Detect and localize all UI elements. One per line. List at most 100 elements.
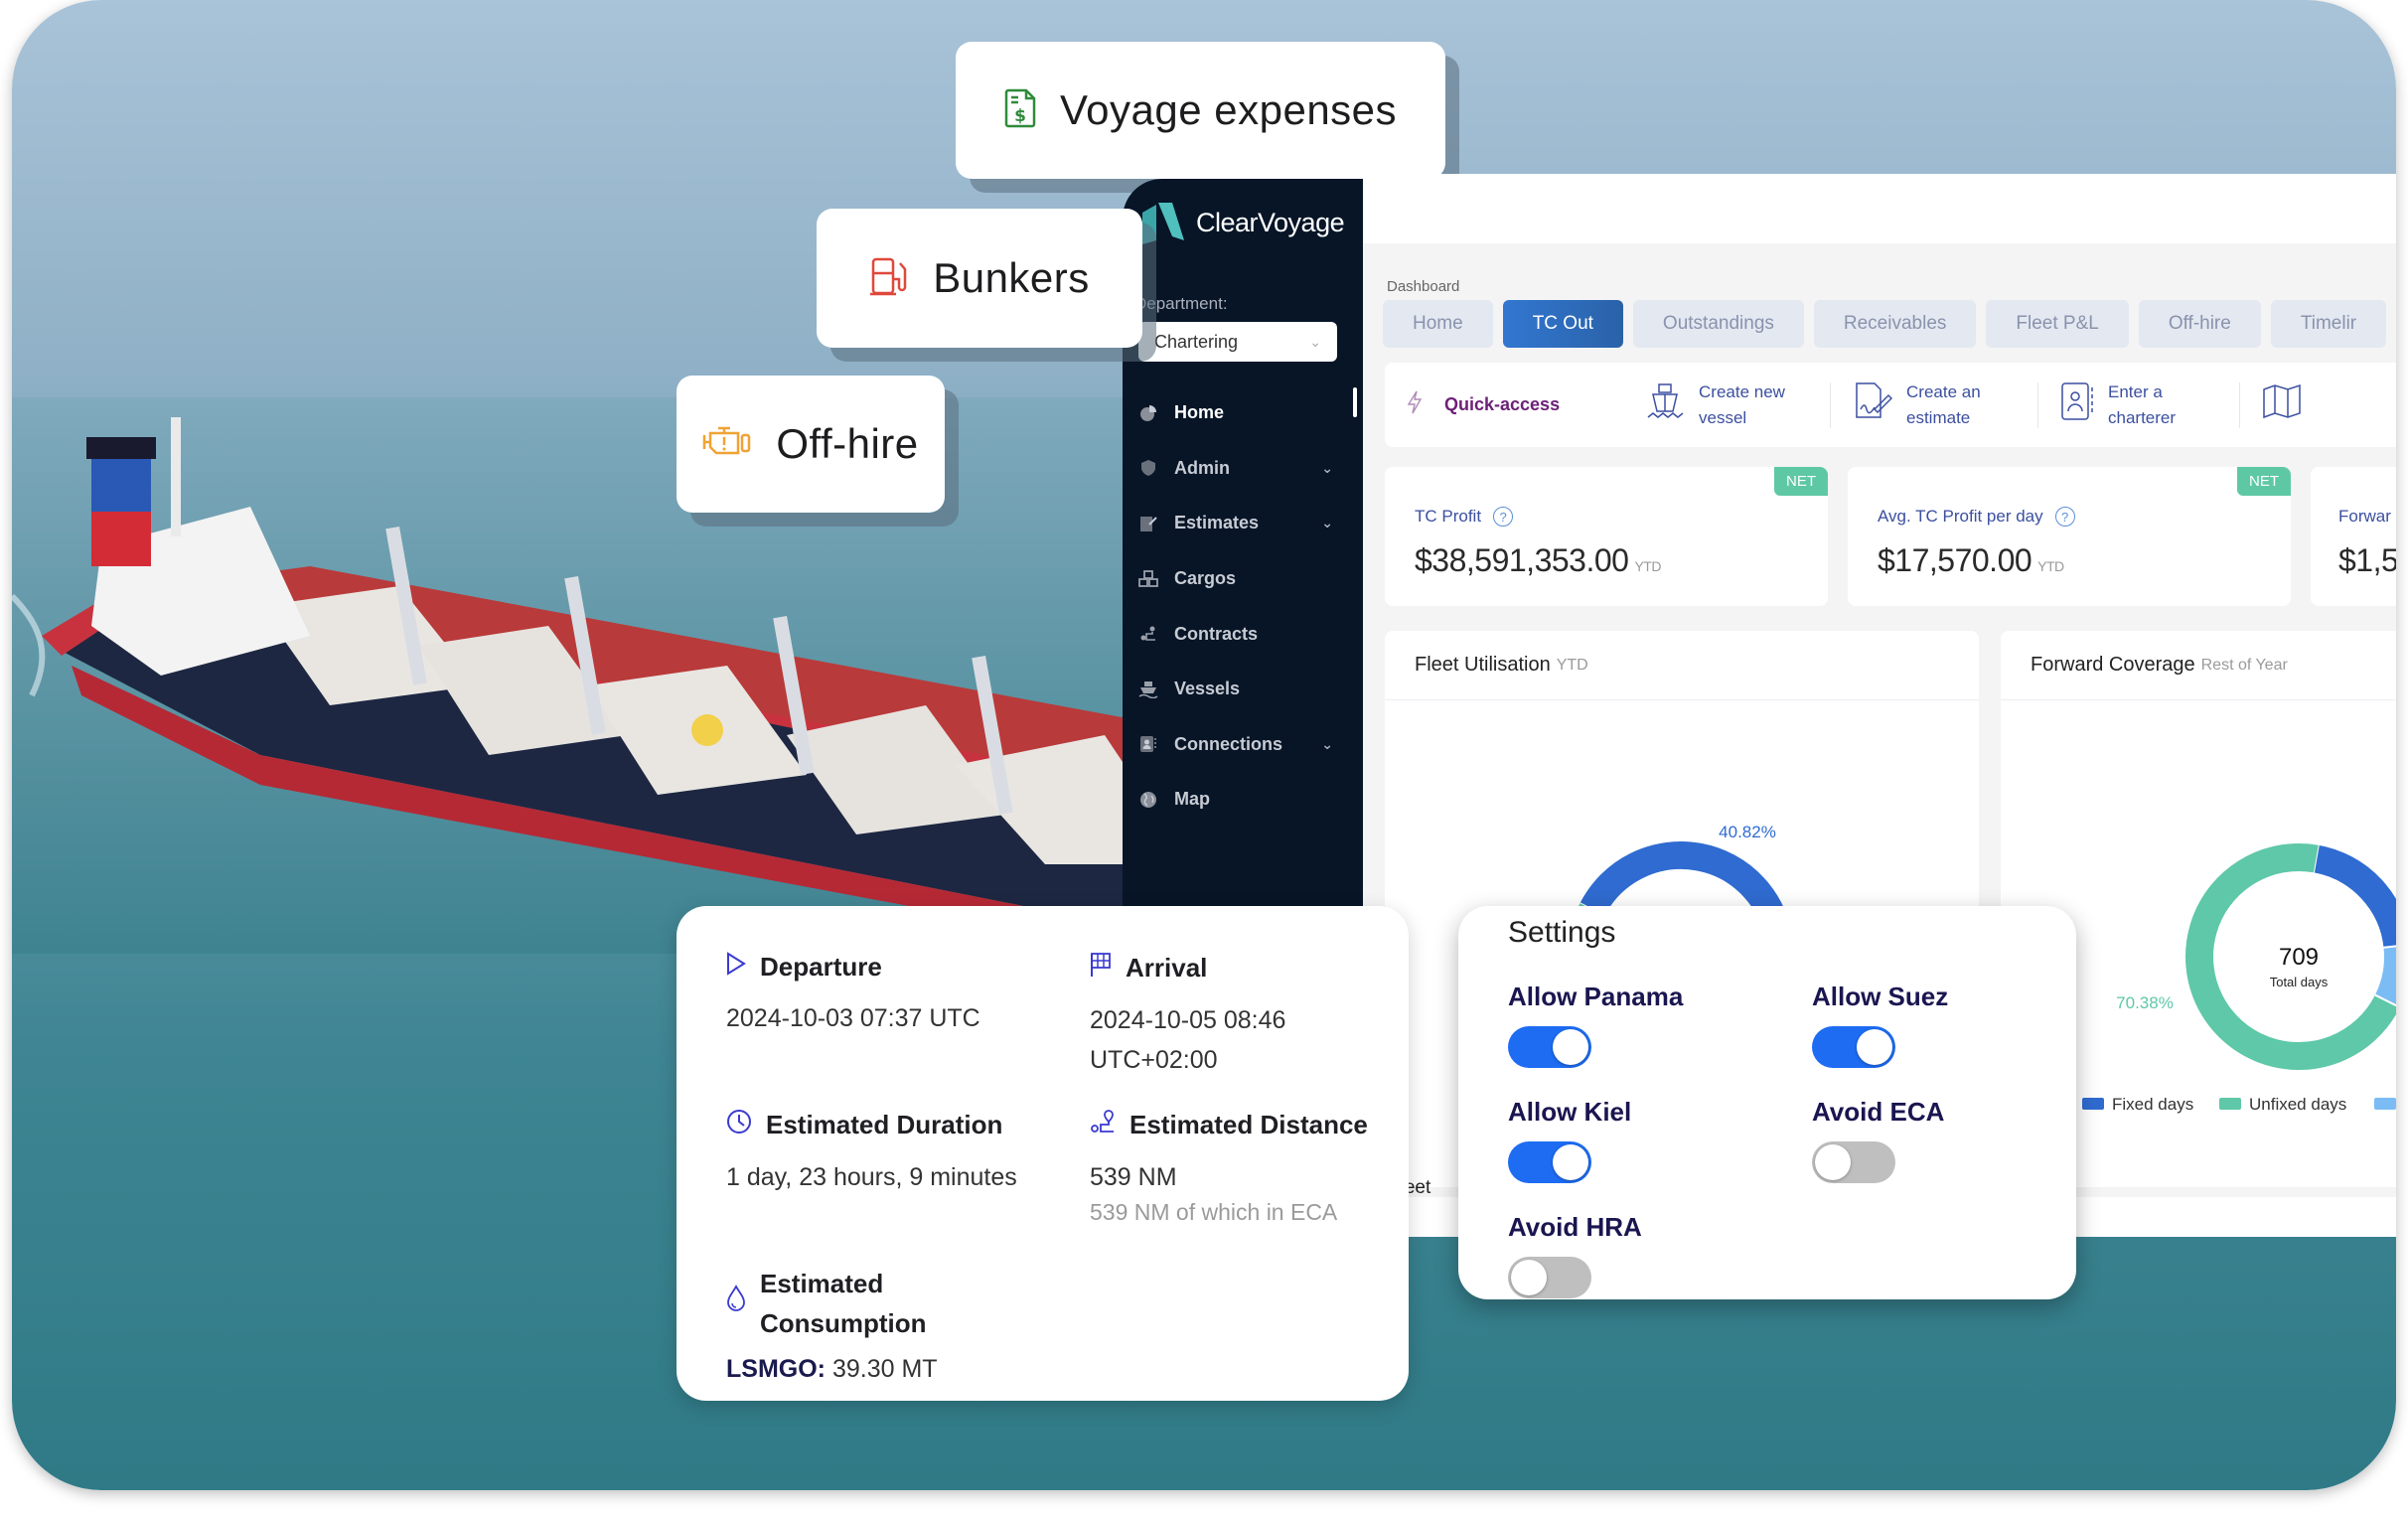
duration-value: 1 day, 23 hours, 9 minutes [726,1163,1017,1191]
consumption-value: LSMGO: 39.30 MT [726,1355,938,1384]
legend-swatch [2219,1098,2241,1110]
sidebar-item-label: Home [1174,402,1225,423]
ship-icon [1645,381,1685,429]
department-label: Department: [1134,294,1228,313]
quick-access-header: Quick-access [1407,390,1623,419]
tab-timeline[interactable]: Timelir [2270,300,2387,348]
chart-title: Forward Coverage Rest of Year [2001,631,2396,700]
droplet-icon [726,1284,746,1323]
legend-swatch [2082,1098,2104,1110]
kpi-value: $17,570.00 YTD [1878,542,2064,579]
sidebar-item-label: Contracts [1174,623,1259,644]
allow-panama-toggle[interactable] [1508,1026,1591,1068]
sidebar-item-home[interactable]: Home [1138,385,1347,441]
donut-center-label: Total days [2270,975,2329,989]
help-icon[interactable]: ? [1493,507,1514,527]
kpi-title-text: Avg. TC Profit per day [1878,507,2043,526]
kpi-title: Forwar [2338,507,2391,527]
distance-value: 539 NM [1090,1163,1177,1191]
invoice-dollar-icon: $ [1004,88,1038,133]
document-sign-icon [1853,381,1893,429]
allow-suez-toggle[interactable] [1812,1026,1895,1068]
sidebar-item-estimates[interactable]: Estimates ⌄ [1138,496,1347,551]
donut-slice-other[interactable] [2374,946,2396,1006]
sidebar-scrollbar[interactable] [1353,387,1357,417]
route-settings-card: Settings Allow Panama Allow Suez Allow K… [1458,906,2076,1299]
legend-label[interactable]: Unfixed days [2249,1095,2346,1114]
duration-block: Estimated Duration 1 day, 23 hours, 9 mi… [726,1109,1017,1197]
toggle-label: Avoid HRA [1508,1212,1642,1242]
sidebar-item-vessels[interactable]: Vessels [1138,662,1347,717]
chart-subtitle: Rest of Year [2200,656,2288,674]
chart-title: Fleet Utilisation YTD [1385,631,1979,700]
distance-eca-note: 539 NM of which in ECA [1090,1199,1338,1225]
brand-logo[interactable]: ClearVoyage [1142,201,1345,244]
sidebar-item-map[interactable]: Map [1138,772,1347,828]
arrival-label: Arrival [1126,953,1208,983]
lightning-icon [1407,390,1423,419]
distance-block: Estimated Distance 539 NM 539 NM of whic… [1090,1109,1368,1227]
breadcrumb[interactable]: Dashboard [1387,278,1459,295]
fuel-amount: 39.30 MT [831,1355,938,1383]
tab-receivables[interactable]: Receivables [1813,300,1977,348]
help-icon[interactable]: ? [2054,507,2075,527]
toggle-label: Allow Suez [1812,982,1949,1011]
toggle-knob [1553,1144,1588,1180]
toggle-knob [1553,1029,1588,1065]
tab-tc-out[interactable]: TC Out [1502,300,1623,348]
legend-label[interactable]: Fixed days [2112,1095,2193,1114]
kpi-value: $38,591,353.00 YTD [1415,542,1661,579]
create-estimate-label: Create an estimate [1906,381,1981,427]
avoid-hra-toggle[interactable] [1508,1257,1591,1298]
enter-charterer-link[interactable]: Enter a charterer [2037,381,2239,428]
avoid-eca-toggle[interactable] [1812,1141,1895,1183]
consumption-label: Estimated Consumption [760,1264,927,1343]
sidebar-item-admin[interactable]: Admin ⌄ [1138,441,1347,497]
create-vessel-link[interactable]: Create new vessel [1623,382,1830,428]
tab-outstandings[interactable]: Outstandings [1632,300,1804,348]
voyage-expenses-card: $ Voyage expenses [956,42,1445,179]
consumption-label-line2: Consumption [760,1308,927,1338]
allow-kiel-setting: Allow Kiel [1508,1097,1631,1183]
brand-name: ClearVoyage [1196,207,1345,237]
consumption-block: Estimated Consumption LSMGO: 39.30 MT [726,1264,938,1384]
fuel-type: LSMGO: [726,1355,826,1383]
chart-title-text: Fleet Utilisation [1415,654,1551,676]
contact-book-icon [1138,734,1158,754]
sidebar-item-cargos[interactable]: Cargos [1138,551,1347,607]
distance-label: Estimated Distance [1129,1110,1368,1139]
kpi-title: Avg. TC Profit per day ? [1878,507,2075,527]
sidebar-item-connections[interactable]: Connections ⌄ [1138,717,1347,773]
pie-chart-icon [1138,403,1158,423]
bunkers-card: Bunkers [817,209,1142,348]
slice-label: 70.38% [2116,993,2174,1012]
map-icon [2262,383,2302,427]
quick-access-label: Quick-access [1444,394,1561,414]
donut-slice-fixed-days[interactable] [2313,844,2396,949]
consumption-label-line1: Estimated [760,1269,884,1298]
create-vessel-label: Create new vessel [1699,381,1785,427]
clock-icon [726,1109,752,1141]
tab-fleet-pl[interactable]: Fleet P&L [1986,300,2129,348]
allow-kiel-toggle[interactable] [1508,1141,1591,1183]
sidebar-item-label: Vessels [1174,679,1241,699]
ship-icon [1138,680,1158,699]
sidebar-item-contracts[interactable]: Contracts [1138,606,1347,662]
tab-home[interactable]: Home [1383,300,1493,348]
chevron-down-icon: ⌄ [1309,333,1321,350]
boxes-icon [1138,569,1158,589]
sidebar-nav: Home Admin ⌄ Estimates ⌄ Cargos Contract… [1138,385,1347,828]
legend-swatch [2374,1098,2396,1110]
create-estimate-link[interactable]: Create an estimate [1830,381,2037,429]
sidebar-item-label: Estimates [1174,513,1260,533]
tab-off-hire[interactable]: Off-hire [2138,300,2261,348]
dashboard-tabs: Home TC Out Outstandings Receivables Fle… [1383,300,2387,348]
department-select[interactable]: Chartering ⌄ [1138,322,1337,362]
kpi-suffix: YTD [2037,558,2064,574]
file-edit-icon [1138,514,1158,533]
departure-value: 2024-10-03 07:37 UTC [726,1004,980,1032]
engine-warning-icon [702,425,754,464]
kpi-value: $1,5 [2338,542,2396,579]
map-link[interactable] [2239,381,2324,428]
fuel-pump-icon [869,255,911,302]
